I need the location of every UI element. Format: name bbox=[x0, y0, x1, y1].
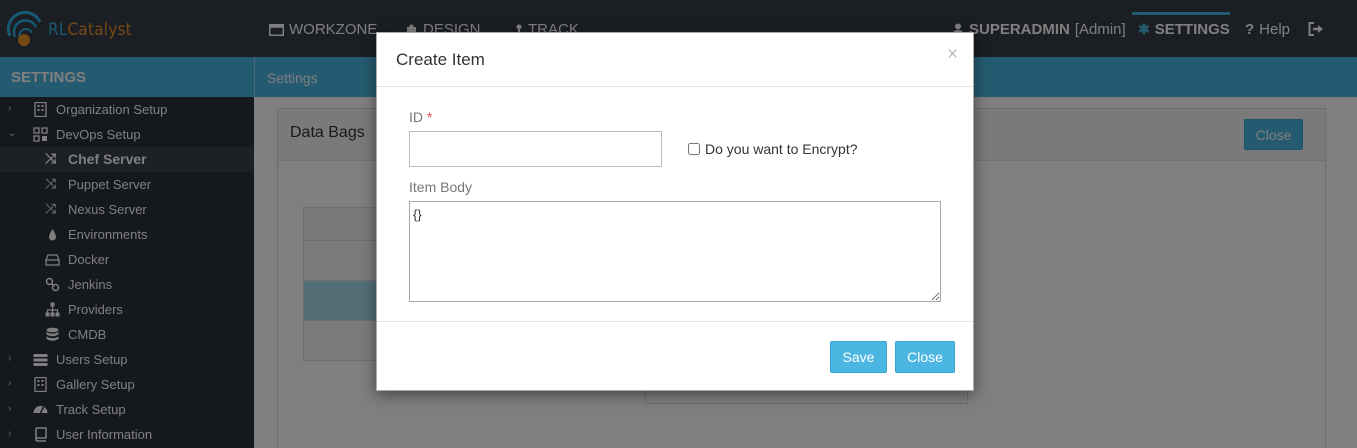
id-label-text: ID bbox=[409, 109, 423, 125]
modal-title: Create Item bbox=[396, 50, 485, 69]
item-body-label: Item Body bbox=[409, 179, 473, 195]
modal-header: Create Item × bbox=[377, 33, 973, 87]
id-input[interactable] bbox=[409, 131, 662, 167]
close-icon[interactable]: × bbox=[947, 45, 958, 64]
item-body-textarea[interactable]: {} bbox=[409, 201, 941, 302]
encrypt-option[interactable]: Do you want to Encrypt? bbox=[688, 141, 858, 157]
modal-footer: Save Close bbox=[377, 321, 973, 390]
save-button[interactable]: Save bbox=[830, 341, 887, 373]
id-label: ID * bbox=[409, 109, 432, 125]
encrypt-checkbox[interactable] bbox=[688, 143, 700, 155]
close-button[interactable]: Close bbox=[895, 341, 955, 373]
encrypt-label: Do you want to Encrypt? bbox=[705, 141, 858, 157]
create-item-modal: Create Item × ID * Do you want to Encryp… bbox=[376, 32, 974, 391]
required-mark: * bbox=[426, 109, 433, 125]
